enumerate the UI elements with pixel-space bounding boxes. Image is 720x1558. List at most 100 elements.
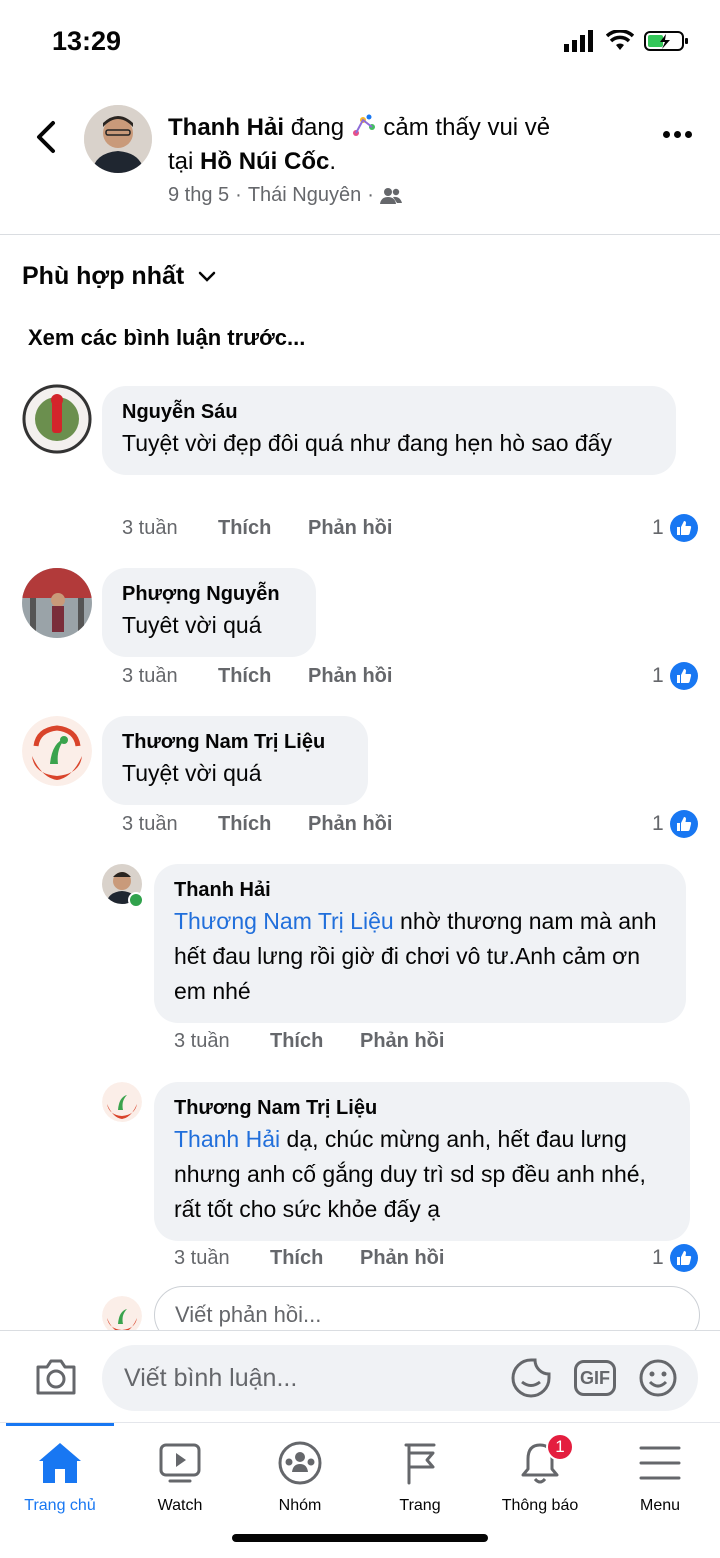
- comment-text: Tuyêt vời quá: [122, 612, 262, 638]
- chevron-down-icon: [198, 271, 216, 282]
- emoji-icon[interactable]: [638, 1358, 678, 1398]
- status-bar: 13:29: [0, 0, 720, 90]
- tab-menu[interactable]: Menu: [600, 1437, 720, 1515]
- reaction-count[interactable]: 1: [652, 662, 698, 690]
- notification-badge: 1: [546, 1433, 574, 1461]
- sort-dropdown[interactable]: Phù hợp nhất: [22, 262, 216, 291]
- composer-tools: GIF: [510, 1357, 678, 1399]
- commenter-name[interactable]: Nguyễn Sáu: [122, 398, 656, 426]
- reply-button[interactable]: Phản hồi: [308, 517, 398, 540]
- commenter-avatar[interactable]: [22, 384, 92, 454]
- home-icon: [39, 1443, 81, 1483]
- mention-link[interactable]: Thương Nam Trị Liệu: [174, 908, 394, 934]
- reaction-count[interactable]: 1: [652, 1244, 698, 1272]
- online-status-icon: [128, 892, 144, 908]
- post-meta: 9 thg 5 · Thái Nguyên ·: [168, 184, 402, 207]
- tab-notifications[interactable]: 1 Thông báo: [480, 1433, 600, 1515]
- comment-text: Thương Nam Trị Liệu nhờ thương nam mà an…: [174, 904, 666, 1009]
- comment-bubble: Thương Nam Trị Liệu Thanh Hải dạ, chúc m…: [154, 1082, 690, 1241]
- sticker-icon[interactable]: [510, 1357, 552, 1399]
- commenter-avatar[interactable]: [102, 1082, 142, 1122]
- like-reaction-icon: [669, 514, 698, 542]
- menu-icon: [639, 1446, 681, 1480]
- comment-bubble: Phượng Nguyễn Tuyêt vời quá: [102, 568, 316, 657]
- reaction-count[interactable]: 1: [652, 810, 698, 838]
- post-author[interactable]: Thanh Hải: [168, 114, 284, 141]
- friends-privacy-icon: [379, 187, 402, 204]
- post-feeling: cảm thấy vui vẻ: [383, 114, 551, 141]
- comment-composer: Viết bình luận... GIF: [0, 1330, 720, 1422]
- groups-icon: [278, 1441, 322, 1485]
- signal-icon: [564, 30, 593, 52]
- like-button[interactable]: Thích: [218, 665, 308, 688]
- post-date: 9 thg 5: [168, 184, 230, 206]
- tab-label: Thông báo: [501, 1497, 579, 1514]
- like-button[interactable]: Thích: [218, 517, 308, 540]
- author-avatar[interactable]: [84, 105, 152, 173]
- post-header: Thanh Hải đang cảm thấy vui vẻ tại Hồ Nú…: [0, 95, 720, 235]
- commenter-name[interactable]: Thanh Hải: [174, 876, 666, 904]
- comment-actions: 3 tuần Thích Phản hồi: [174, 1030, 450, 1053]
- tab-label: Watch: [157, 1497, 203, 1514]
- comment-actions: 3 tuần Thích Phản hồi: [122, 517, 398, 540]
- tab-label: Menu: [639, 1497, 681, 1514]
- status-icons: [564, 30, 690, 52]
- comment-bubble: Nguyễn Sáu Tuyệt vời đẹp đôi quá như đan…: [102, 386, 676, 475]
- gif-icon[interactable]: GIF: [574, 1360, 616, 1396]
- status-time: 13:29: [52, 26, 122, 56]
- commenter-avatar[interactable]: [22, 568, 92, 638]
- wifi-icon: [606, 30, 634, 50]
- tab-groups[interactable]: Nhóm: [240, 1437, 360, 1515]
- comment-text: Tuyệt vời quá: [122, 760, 262, 786]
- comment-text: Tuyệt vời đẹp đôi quá như đang hẹn hò sa…: [122, 430, 612, 456]
- reaction-number: 1: [652, 812, 664, 835]
- view-previous-comments-link[interactable]: Xem các bình luận trước...: [28, 325, 305, 351]
- like-reaction-icon: [669, 1244, 698, 1272]
- reply-button[interactable]: Phản hồi: [360, 1247, 450, 1270]
- commenter-name[interactable]: Thương Nam Trị Liệu: [174, 1094, 670, 1122]
- post-preposition: tại: [168, 148, 194, 175]
- reply-button[interactable]: Phản hồi: [308, 665, 398, 688]
- like-reaction-icon: [669, 662, 698, 690]
- like-button[interactable]: Thích: [270, 1030, 360, 1053]
- pages-flag-icon: [404, 1443, 436, 1485]
- back-button[interactable]: [26, 117, 66, 157]
- reaction-number: 1: [652, 664, 664, 687]
- reply-button[interactable]: Phản hồi: [308, 813, 398, 836]
- comment-time: 3 tuần: [122, 813, 178, 835]
- mention-link[interactable]: Thanh Hải: [174, 1126, 280, 1152]
- tab-watch[interactable]: Watch: [120, 1437, 240, 1515]
- post-location: Thái Nguyên: [247, 184, 362, 206]
- comment-actions: 3 tuần Thích Phản hồi: [174, 1247, 450, 1270]
- tab-label: Nhóm: [278, 1497, 322, 1514]
- commenter-avatar[interactable]: [22, 716, 92, 786]
- post-place[interactable]: Hồ Núi Cốc: [200, 148, 329, 175]
- tab-home[interactable]: Trang chủ: [0, 1437, 120, 1515]
- like-reaction-icon: [669, 810, 698, 838]
- comment-actions: 3 tuần Thích Phản hồi: [122, 813, 398, 836]
- comment-bubble: Thanh Hải Thương Nam Trị Liệu nhờ thương…: [154, 864, 686, 1023]
- commenter-name[interactable]: Phượng Nguyễn: [122, 580, 296, 608]
- back-arrow-icon: [37, 121, 55, 153]
- comment-time: 3 tuần: [174, 1030, 230, 1052]
- commenter-name[interactable]: Thương Nam Trị Liệu: [122, 728, 348, 756]
- post-title: Thanh Hải đang cảm thấy vui vẻ tại Hồ Nú…: [168, 114, 551, 175]
- reaction-number: 1: [652, 516, 664, 539]
- like-button[interactable]: Thích: [270, 1247, 360, 1270]
- more-options-icon[interactable]: [663, 131, 692, 138]
- comment-text: Thanh Hải dạ, chúc mừng anh, hết đau lưn…: [174, 1122, 670, 1227]
- tab-pages[interactable]: Trang: [360, 1437, 480, 1515]
- comment-time: 3 tuần: [174, 1247, 230, 1269]
- comment-time: 3 tuần: [122, 665, 178, 687]
- tab-label: Trang chủ: [24, 1497, 96, 1514]
- like-button[interactable]: Thích: [218, 813, 308, 836]
- celebrate-icon: [352, 114, 375, 136]
- comment-actions: 3 tuần Thích Phản hồi: [122, 665, 398, 688]
- tab-label: Trang: [399, 1497, 441, 1514]
- reaction-count[interactable]: 1: [652, 514, 698, 542]
- reply-button[interactable]: Phản hồi: [360, 1030, 450, 1053]
- watch-icon: [159, 1443, 201, 1483]
- camera-icon[interactable]: [34, 1357, 78, 1402]
- home-indicator: [232, 1534, 488, 1542]
- comment-time: 3 tuần: [122, 517, 178, 539]
